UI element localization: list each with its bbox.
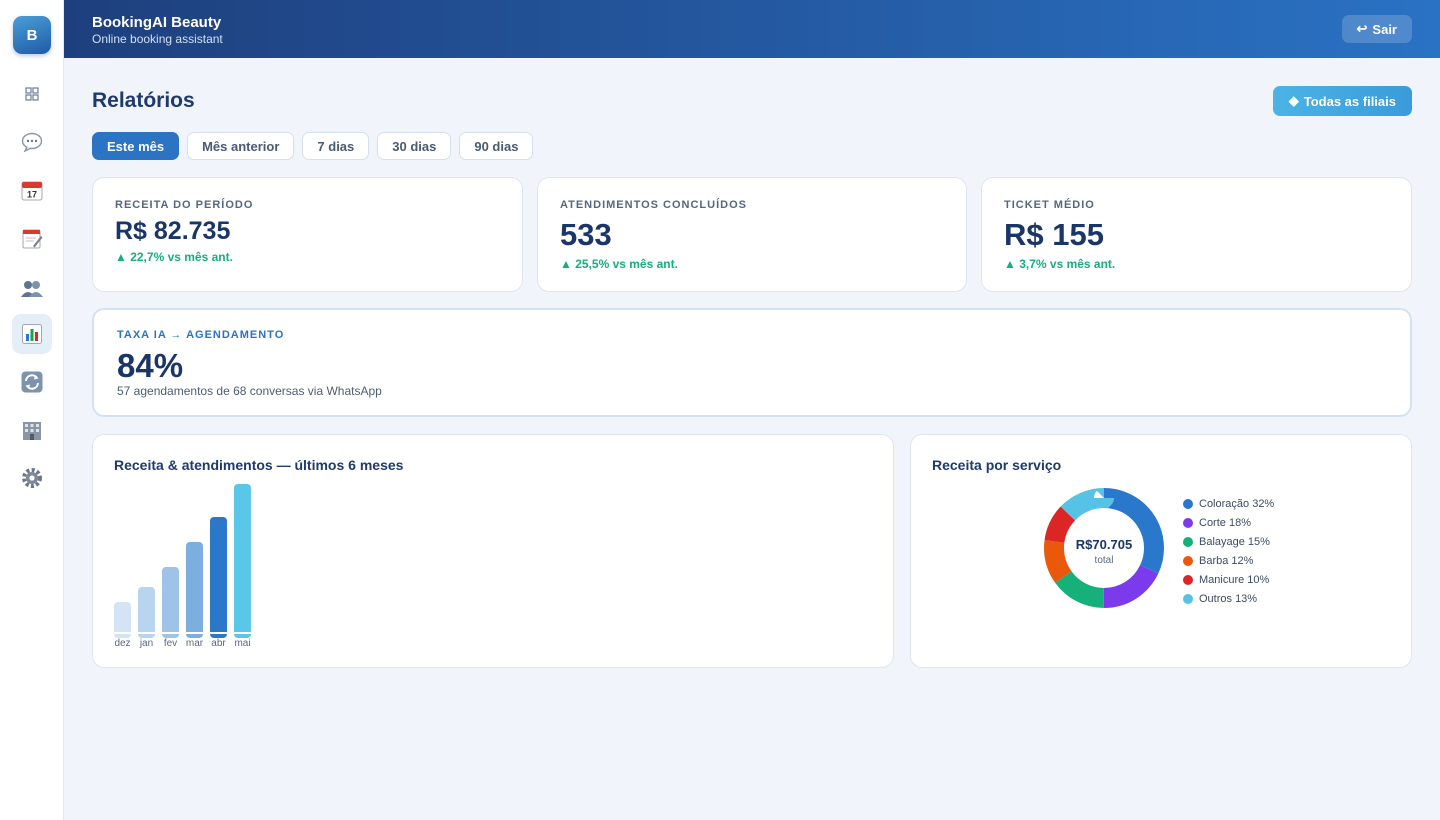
filter-7-days[interactable]: 7 dias bbox=[302, 132, 370, 160]
bar-jan bbox=[138, 587, 155, 638]
kpi-delta: ▲ 22,7% vs mês ant. bbox=[115, 250, 233, 264]
legend-item: Outros 13% bbox=[1183, 589, 1274, 608]
service-legend: Coloração 32% Corte 18% Balayage 15% Barba … bbox=[1183, 494, 1274, 608]
donut-center-label: total bbox=[1095, 555, 1114, 566]
app-title: BookingAI Beauty bbox=[92, 14, 222, 31]
legend-dot bbox=[1183, 593, 1193, 604]
legend-item: Barba 12% bbox=[1183, 551, 1274, 570]
bar-baseline-mask bbox=[93, 632, 293, 634]
kpi-delta: ▲ 3,7% vs mês ant. bbox=[1004, 257, 1116, 271]
revenue-chart-card: Receita & atendimentos — últimos 6 meses… bbox=[92, 434, 894, 668]
calendar-icon: 17 bbox=[21, 181, 43, 201]
sidebar-item-reports[interactable] bbox=[12, 314, 52, 354]
legend-label: Outros 13% bbox=[1199, 592, 1258, 605]
x-tick-label: dez bbox=[114, 638, 130, 649]
logout-button[interactable]: ↩ Sair bbox=[1341, 15, 1412, 43]
x-tick-label: abr bbox=[211, 638, 226, 649]
kpi-card-appointments: Atendimentos concluídos 533 ▲ 25,5% vs m… bbox=[537, 177, 967, 292]
app-logo[interactable]: B bbox=[13, 16, 51, 54]
notepad-icon bbox=[22, 229, 43, 249]
branch-filter-label: Todas as filiais bbox=[1303, 93, 1396, 109]
service-revenue-title: Receita por serviço bbox=[932, 457, 1062, 473]
kpi-card-revenue: Receita do período R$ 82.735 ▲ 22,7% vs … bbox=[92, 177, 523, 292]
filter-last-month[interactable]: Mês anterior bbox=[187, 132, 295, 160]
revenue-chart-title: Receita & atendimentos — últimos 6 meses bbox=[114, 457, 404, 473]
sidebar-item-conversations[interactable] bbox=[12, 122, 52, 162]
filter-this-month[interactable]: Este mês bbox=[92, 132, 180, 160]
bar-abr bbox=[210, 517, 227, 638]
x-tick-label: mai bbox=[234, 638, 250, 649]
sidebar-item-sync[interactable] bbox=[12, 362, 52, 402]
service-revenue-card: Receita por serviço R$70.705 total Colora… bbox=[910, 434, 1412, 668]
filter-30-days[interactable]: 30 dias bbox=[377, 132, 452, 160]
legend-dot bbox=[1183, 555, 1193, 566]
sidebar: B 17 bbox=[0, 0, 64, 820]
grid-icon bbox=[25, 87, 39, 101]
legend-dot bbox=[1183, 574, 1193, 585]
logout-icon: ↩ bbox=[1356, 21, 1368, 36]
kpi-value: R$ 82.735 bbox=[115, 217, 231, 245]
diamond-icon: ◆ bbox=[1288, 93, 1299, 108]
revenue-bar-chart: dez jan fev mar abr mai bbox=[93, 484, 293, 649]
ia-conversion-value: 84% bbox=[117, 347, 184, 384]
bar-mar bbox=[186, 542, 203, 638]
page-title: Relatórios bbox=[92, 89, 195, 112]
sidebar-item-clients[interactable] bbox=[12, 268, 52, 308]
sidebar-item-appointments[interactable] bbox=[12, 218, 52, 258]
kpi-label: Atendimentos concluídos bbox=[560, 199, 747, 211]
x-tick-label: mar bbox=[186, 638, 204, 649]
bar-mai bbox=[234, 484, 251, 638]
ia-conversion-note: 57 agendamentos de 68 conversas via What… bbox=[117, 384, 382, 398]
legend-item: Coloração 32% bbox=[1183, 494, 1274, 513]
building-icon bbox=[23, 422, 41, 440]
logout-label: Sair bbox=[1372, 21, 1397, 37]
refresh-icon bbox=[21, 371, 43, 393]
svg-text:17: 17 bbox=[27, 190, 37, 200]
service-donut-chart: R$70.705 total bbox=[1044, 488, 1164, 608]
donut-center-value: R$70.705 bbox=[1076, 537, 1132, 552]
x-tick-label: jan bbox=[139, 638, 153, 649]
bar-chart-icon bbox=[22, 324, 42, 344]
sidebar-item-calendar[interactable]: 17 bbox=[12, 170, 52, 210]
users-icon bbox=[21, 281, 43, 297]
sidebar-item-settings[interactable] bbox=[12, 458, 52, 498]
legend-dot bbox=[1183, 536, 1193, 547]
sidebar-item-branches[interactable] bbox=[12, 410, 52, 450]
legend-item: Manicure 10% bbox=[1183, 570, 1274, 589]
legend-label: Barba 12% bbox=[1199, 554, 1254, 567]
kpi-value: R$ 155 bbox=[1004, 217, 1104, 252]
kpi-label: Ticket médio bbox=[1004, 199, 1095, 211]
kpi-value: 533 bbox=[560, 217, 612, 252]
kpi-delta: ▲ 25,5% vs mês ant. bbox=[560, 257, 678, 271]
branch-filter-button[interactable]: ◆ Todas as filiais bbox=[1272, 86, 1412, 116]
legend-label: Coloração 32% bbox=[1199, 497, 1275, 510]
legend-item: Balayage 15% bbox=[1183, 532, 1274, 551]
kpi-card-ticket: Ticket médio R$ 155 ▲ 3,7% vs mês ant. bbox=[981, 177, 1412, 292]
top-header: BookingAI Beauty Online booking assistan… bbox=[64, 0, 1440, 58]
legend-item: Corte 18% bbox=[1183, 513, 1274, 532]
kpi-label: Receita do período bbox=[115, 199, 254, 211]
legend-dot bbox=[1183, 517, 1193, 528]
legend-label: Balayage 15% bbox=[1199, 535, 1270, 548]
chat-bubble-icon bbox=[21, 132, 43, 152]
legend-dot bbox=[1183, 498, 1193, 509]
x-tick-label: fev bbox=[164, 638, 177, 649]
ia-conversion-card: TAXA IA → AGENDAMENTO 84% 57 agendamento… bbox=[92, 308, 1412, 417]
ia-conversion-label: TAXA IA → AGENDAMENTO bbox=[117, 329, 285, 341]
bar-fev bbox=[162, 567, 179, 638]
period-filters: Este mês Mês anterior 7 dias 30 dias 90 … bbox=[92, 132, 534, 160]
app-subtitle: Online booking assistant bbox=[92, 32, 223, 46]
sidebar-item-dashboard[interactable] bbox=[12, 74, 52, 114]
filter-90-days[interactable]: 90 dias bbox=[459, 132, 534, 160]
gear-icon bbox=[22, 468, 42, 488]
legend-label: Corte 18% bbox=[1199, 516, 1251, 529]
legend-label: Manicure 10% bbox=[1199, 573, 1270, 586]
